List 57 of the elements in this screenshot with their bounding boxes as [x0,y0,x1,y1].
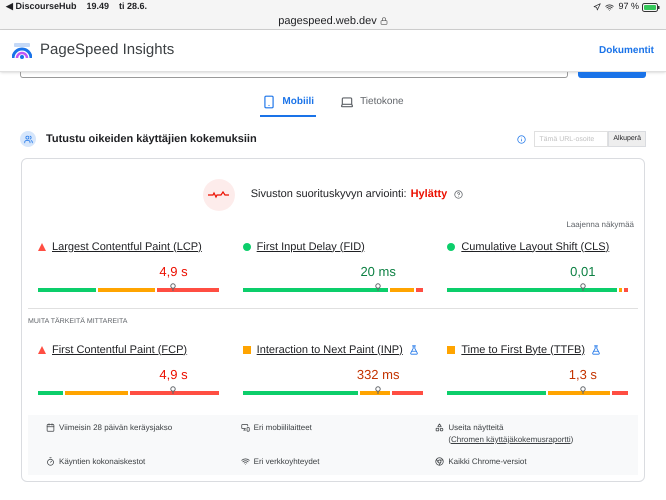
flask-icon [590,344,601,355]
marker-pin [580,386,586,394]
device-tab[interactable]: Mobiili [260,94,316,117]
app-title: PageSpeed Insights [40,40,174,60]
phone-icon [262,94,276,108]
laptop-icon [340,94,354,108]
device-tab[interactable]: Tietokone [338,94,406,117]
marker-pin [170,386,176,394]
marker-pin [170,283,176,291]
metric-value: 4,9 s [159,262,188,280]
docs-link[interactable]: Dokumentit [599,43,654,58]
url-text[interactable]: pagespeed.web.dev [278,12,377,30]
metric-value: 0,01 [570,262,596,280]
marker-pin [375,283,382,291]
timer-icon [46,457,55,466]
battery-text: 97 % [618,0,639,14]
users-icon [20,131,36,148]
chrome-icon [435,457,444,466]
metric-value: 4,9 s [159,366,188,384]
metric-value: 20 ms [360,262,396,280]
wifi-icon [605,2,614,12]
pulse-icon [202,178,235,210]
assessment-label: Sivuston suorituskyvyn arviointi: [250,187,407,202]
info-text: Useita näytteitä (Chromen käyttäjäkokemusraportti) [448,422,574,446]
shapes-icon [435,423,444,432]
logo-icon [12,42,32,60]
metric-link[interactable]: Largest Contentful Paint (LCP) [52,238,202,255]
metric-value: 332 ms [356,366,400,384]
metric-link[interactable]: First Input Delay (FID) [256,238,365,255]
help-icon[interactable] [454,190,464,199]
info-text: Eri mobiililaitteet [254,422,312,434]
time-text: 19.49 [86,0,110,14]
metric-link[interactable]: Cumulative Layout Shift (CLS) [461,238,610,255]
marker-pin [375,386,382,394]
metric-link[interactable]: First Contentful Paint (FCP) [52,342,188,358]
assessment-result: Hylätty [410,187,448,202]
info-text: Viimeisin 28 päivän keräysjakso [59,422,172,434]
date-text: ti 28.6. [119,0,148,14]
info-icon[interactable] [517,134,526,144]
metric-link[interactable]: Interaction to Next Paint (INP) [256,342,403,358]
flask-icon [408,344,419,355]
report-link[interactable]: Chromen käyttäjäkokemusraportti [451,435,571,444]
calendar-icon [46,423,55,432]
back-app-link[interactable]: ◀ DiscourseHub [6,0,77,14]
info-text: Eri verkkoyhteydet [254,456,320,468]
devices-icon [240,423,250,432]
lock-icon [380,17,388,25]
metric-link[interactable]: Time to First Byte (TTFB) [461,342,585,358]
wifi-icon [240,457,250,466]
marker-pin [580,283,586,291]
expand-link[interactable]: Laajenna näkymää [566,218,634,230]
info-text: Kaikki Chrome-versiot [448,456,527,468]
info-text: Käyntien kokonaiskestot [59,456,146,468]
metric-value: 1,3 s [568,366,597,384]
battery-icon [642,2,660,12]
section-title: Tutustu oikeiden käyttäjien kokemuksiin [46,132,257,147]
location-icon [593,3,602,11]
